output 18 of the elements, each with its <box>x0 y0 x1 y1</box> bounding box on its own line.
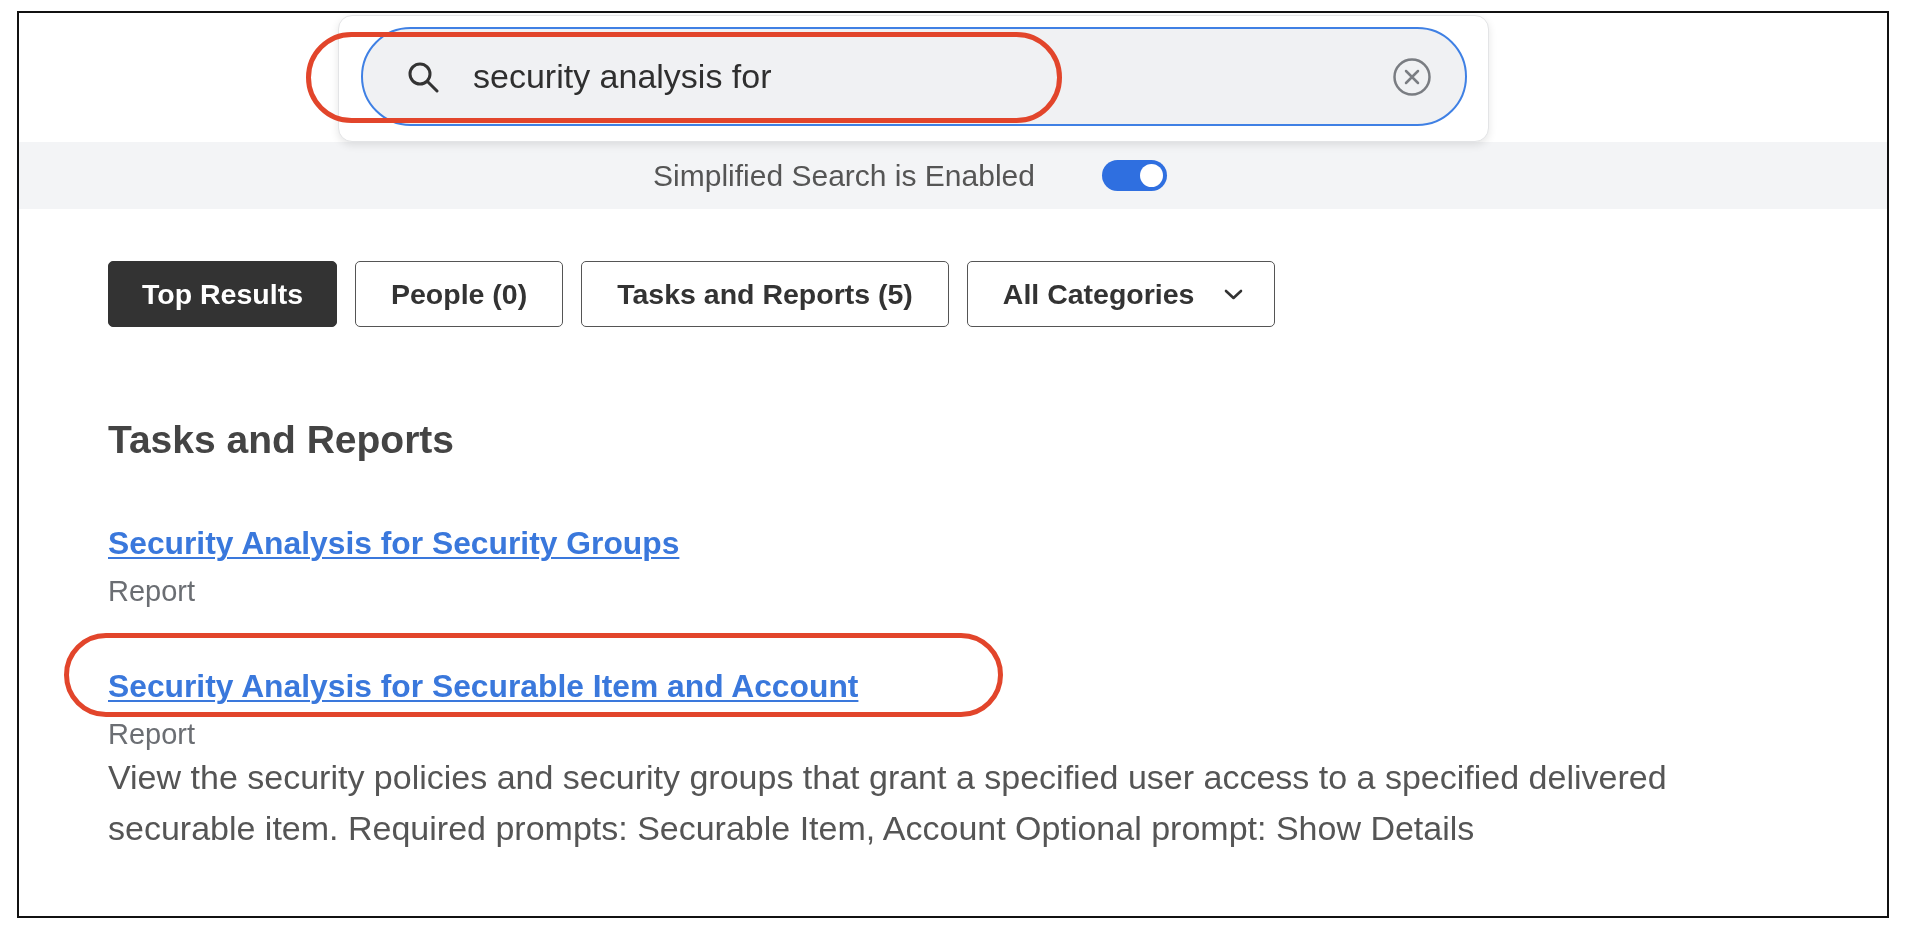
filter-tab[interactable]: Tasks and Reports (5) <box>581 261 949 327</box>
section-heading: Tasks and Reports <box>108 420 455 460</box>
result-type: Report <box>108 576 196 606</box>
result-description: View the security policies and security groups that grant a specified user access to a specified delivered securable item. Required prompts: Securable Item, Account Optional prompt: Show Details <box>108 757 1668 849</box>
clear-button[interactable] <box>1392 56 1432 97</box>
search-field[interactable]: security analysis for <box>361 27 1467 126</box>
filter-tab[interactable]: Top Results <box>108 261 337 327</box>
result-link[interactable]: Security Analysis for Securable Item and Account <box>108 669 859 703</box>
chevron-down-icon <box>1224 288 1244 300</box>
toggle-label: Simplified Search is Enabled <box>653 158 1035 193</box>
filter-tab[interactable]: People (0) <box>355 261 564 327</box>
result-type: Report <box>108 719 196 749</box>
search-icon <box>407 60 439 93</box>
result-link[interactable]: Security Analysis for Security Groups <box>108 526 680 560</box>
search-input[interactable]: security analysis for <box>473 54 1382 99</box>
toggle-switch[interactable] <box>1101 160 1167 191</box>
category-dropdown[interactable]: All Categories <box>966 261 1276 327</box>
clear-icon <box>1392 56 1432 97</box>
